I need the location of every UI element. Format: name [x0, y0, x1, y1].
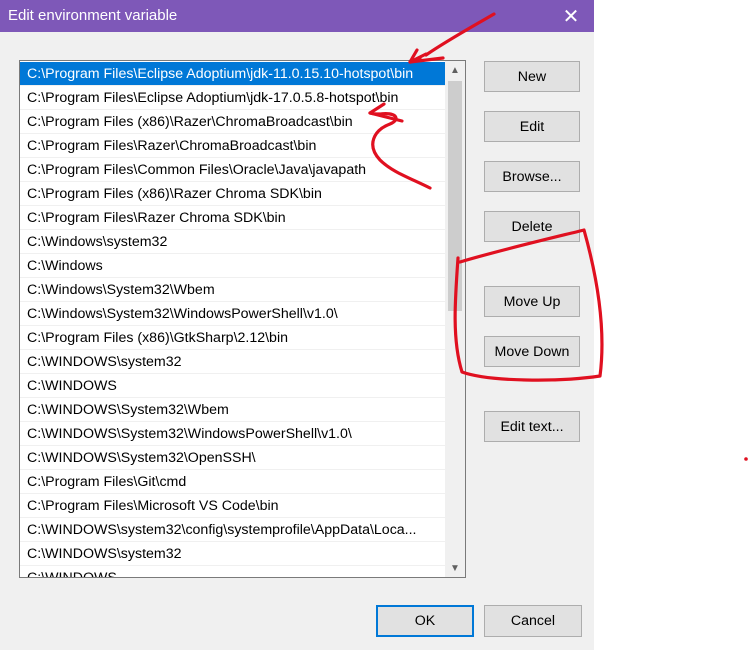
annotation-dot: [744, 457, 748, 461]
cancel-button[interactable]: Cancel: [484, 605, 582, 637]
path-list-item[interactable]: C:\Program Files\Razer Chroma SDK\bin: [20, 206, 446, 230]
path-list-rows: C:\Program Files\Eclipse Adoptium\jdk-11…: [20, 62, 446, 577]
ok-button[interactable]: OK: [376, 605, 474, 637]
edit-button[interactable]: Edit: [484, 111, 580, 142]
path-list-item[interactable]: C:\WINDOWS\System32\Wbem: [20, 398, 446, 422]
path-list-item[interactable]: C:\Program Files\Eclipse Adoptium\jdk-17…: [20, 86, 446, 110]
path-list-item[interactable]: C:\Program Files\Git\cmd: [20, 470, 446, 494]
path-list-item[interactable]: C:\Windows\system32: [20, 230, 446, 254]
edit-env-variable-dialog: Edit environment variable ✕ C:\Program F…: [0, 0, 594, 650]
path-list-item[interactable]: C:\WINDOWS\System32\WindowsPowerShell\v1…: [20, 422, 446, 446]
path-list-item[interactable]: C:\Windows\System32\Wbem: [20, 278, 446, 302]
chevron-down-icon[interactable]: ▼: [445, 559, 465, 577]
list-scrollbar[interactable]: ▲ ▼: [445, 61, 465, 577]
chevron-up-icon[interactable]: ▲: [445, 61, 465, 79]
delete-button[interactable]: Delete: [484, 211, 580, 242]
path-list-item[interactable]: C:\Program Files\Eclipse Adoptium\jdk-11…: [20, 62, 446, 86]
move-down-button[interactable]: Move Down: [484, 336, 580, 367]
new-button[interactable]: New: [484, 61, 580, 92]
path-list-item[interactable]: C:\Program Files (x86)\Razer\ChromaBroad…: [20, 110, 446, 134]
path-list-item[interactable]: C:\Program Files (x86)\Razer Chroma SDK\…: [20, 182, 446, 206]
path-list-item[interactable]: C:\WINDOWS\System32\OpenSSH\: [20, 446, 446, 470]
path-list-item[interactable]: C:\Windows: [20, 254, 446, 278]
scroll-thumb[interactable]: [448, 81, 462, 311]
path-list-item[interactable]: C:\Program Files (x86)\GtkSharp\2.12\bin: [20, 326, 446, 350]
path-list-item[interactable]: C:\WINDOWS\system32\config\systemprofile…: [20, 518, 446, 542]
path-list-item[interactable]: C:\Program Files\Microsoft VS Code\bin: [20, 494, 446, 518]
path-list-item[interactable]: C:\WINDOWS: [20, 566, 446, 577]
window-title: Edit environment variable: [8, 7, 178, 24]
path-list[interactable]: C:\Program Files\Eclipse Adoptium\jdk-11…: [19, 60, 466, 578]
path-list-item[interactable]: C:\WINDOWS\system32: [20, 542, 446, 566]
path-list-item[interactable]: C:\WINDOWS: [20, 374, 446, 398]
edit-text-button[interactable]: Edit text...: [484, 411, 580, 442]
title-bar: Edit environment variable ✕: [0, 0, 594, 32]
move-up-button[interactable]: Move Up: [484, 286, 580, 317]
path-list-item[interactable]: C:\WINDOWS\system32: [20, 350, 446, 374]
path-list-item[interactable]: C:\Program Files\Razer\ChromaBroadcast\b…: [20, 134, 446, 158]
close-icon[interactable]: ✕: [548, 0, 594, 32]
path-list-item[interactable]: C:\Program Files\Common Files\Oracle\Jav…: [20, 158, 446, 182]
browse-button[interactable]: Browse...: [484, 161, 580, 192]
path-list-item[interactable]: C:\Windows\System32\WindowsPowerShell\v1…: [20, 302, 446, 326]
